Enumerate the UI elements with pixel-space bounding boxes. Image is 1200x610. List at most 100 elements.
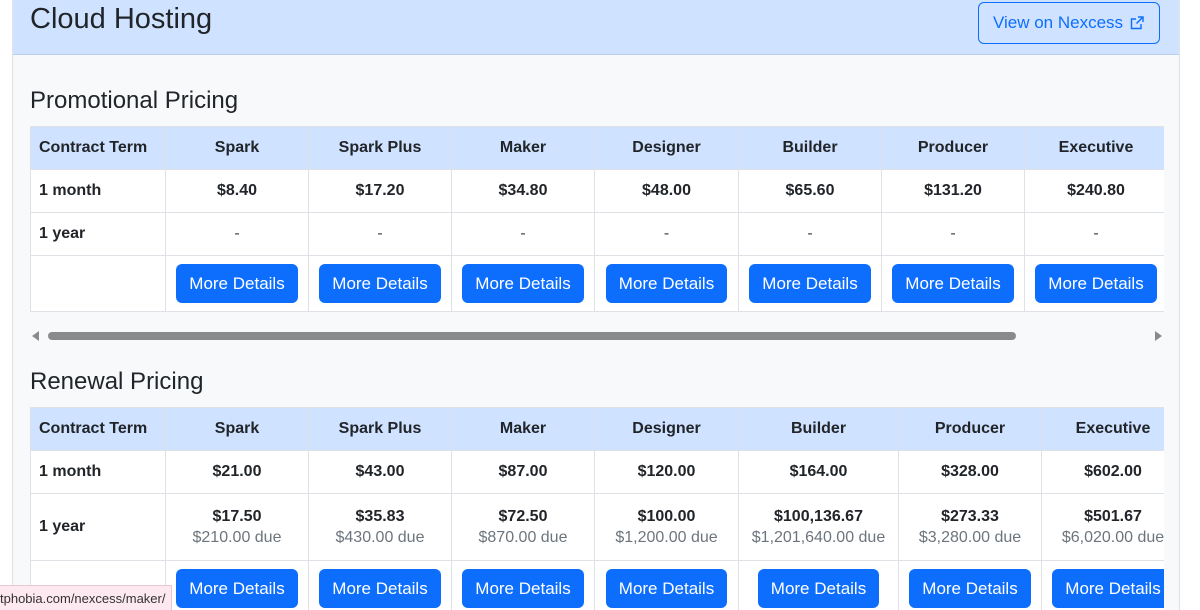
price-cell: $43.00	[308, 450, 452, 494]
details-cell: More Details	[1041, 560, 1164, 610]
card-header: Cloud Hosting View on Nexcess	[13, 0, 1179, 55]
plan-header-producer: Producer	[898, 407, 1042, 451]
term-label: 1 month	[30, 450, 166, 494]
price-cell: -	[594, 212, 739, 256]
price-cell: $34.80	[451, 169, 595, 213]
price-value: $602.00	[1084, 463, 1142, 480]
more-details-button-maker[interactable]: More Details	[462, 569, 584, 608]
price-value: $240.80	[1067, 182, 1125, 199]
price-cell: $21.00	[165, 450, 309, 494]
price-value: $100,136.67	[774, 507, 863, 525]
price-cell: $240.80	[1024, 169, 1164, 213]
details-cell: More Details	[881, 255, 1025, 312]
header-row: Contract Term Spark Spark Plus Maker Designe…	[30, 126, 1164, 170]
more-details-button-designer[interactable]: More Details	[605, 569, 728, 608]
plan-header-designer: Designer	[594, 126, 739, 170]
more-details-button-spark-plus[interactable]: More Details	[319, 264, 441, 303]
promotional-horizontal-scrollbar[interactable]	[30, 327, 1164, 345]
price-value: -	[234, 225, 240, 242]
details-cell: More Details	[738, 560, 899, 610]
plan-header-builder: Builder	[738, 407, 899, 451]
plan-header-executive: Executive	[1041, 407, 1164, 451]
price-value: $501.67	[1084, 507, 1142, 525]
more-details-button-executive[interactable]: More Details	[1035, 264, 1157, 303]
price-cell: -	[1024, 212, 1164, 256]
due-amount: $3,280.00 due	[918, 528, 1022, 546]
price-cell: -	[308, 212, 452, 256]
due-amount: $870.00 due	[478, 528, 568, 546]
details-cell: More Details	[594, 255, 739, 312]
card-title: Cloud Hosting	[30, 3, 213, 35]
plan-header-builder: Builder	[738, 126, 882, 170]
price-cell: $100,136.67 $1,201,640.00 due	[738, 493, 899, 561]
price-cell: $328.00	[898, 450, 1042, 494]
price-value: $100.00	[637, 507, 696, 525]
price-value: $87.00	[498, 463, 548, 480]
price-cell: $87.00	[451, 450, 595, 494]
more-details-button-executive[interactable]: More Details	[1052, 569, 1164, 608]
due-amount: $6,020.00 due	[1061, 528, 1164, 546]
price-value: $65.60	[785, 182, 835, 199]
scrollbar-thumb[interactable]	[48, 332, 1016, 340]
external-link-icon	[1130, 16, 1144, 30]
details-cell: More Details	[308, 560, 452, 610]
price-cell: $17.50 $210.00 due	[165, 493, 309, 561]
promotional-table-scroll[interactable]: Contract Term Spark Spark Plus Maker Designe…	[30, 126, 1164, 312]
more-details-button-maker[interactable]: More Details	[462, 264, 584, 303]
status-url: tphobia.com/nexcess/maker/	[0, 590, 166, 606]
details-cell: More Details	[1024, 255, 1164, 312]
price-value: $8.40	[216, 182, 258, 199]
price-cell: $602.00	[1041, 450, 1164, 494]
price-cell: $8.40	[165, 169, 309, 213]
scroll-right-arrow-icon[interactable]	[1155, 331, 1162, 341]
details-cell: More Details	[738, 255, 882, 312]
term-label: 1 month	[30, 169, 166, 213]
price-value: $273.33	[941, 507, 999, 525]
table-row: 1 year $17.50 $210.00 due $35.83 $430.00 due…	[30, 493, 1164, 561]
more-details-button-builder[interactable]: More Details	[749, 264, 871, 303]
price-cell: $100.00 $1,200.00 due	[594, 493, 739, 561]
more-details-button-spark[interactable]: More Details	[176, 264, 298, 303]
price-value: $17.50	[212, 507, 262, 525]
price-value: $17.20	[355, 182, 405, 199]
page: Cloud Hosting View on Nexcess Promotiona…	[0, 0, 1200, 610]
empty-cell	[30, 255, 166, 312]
price-value: $34.80	[498, 182, 548, 199]
term-label: 1 year	[30, 212, 166, 256]
more-details-button-producer[interactable]: More Details	[892, 264, 1014, 303]
price-value: $120.00	[637, 463, 696, 480]
scroll-left-arrow-icon[interactable]	[32, 331, 39, 341]
price-cell: $72.50 $870.00 due	[451, 493, 595, 561]
more-details-button-spark-plus[interactable]: More Details	[319, 569, 441, 608]
price-cell: -	[738, 212, 882, 256]
plan-header-maker: Maker	[451, 407, 595, 451]
price-value: $21.00	[212, 463, 262, 480]
price-value: $35.83	[355, 507, 405, 525]
more-details-button-designer[interactable]: More Details	[605, 264, 728, 303]
price-value: -	[807, 225, 813, 242]
view-on-nexcess-label: View on Nexcess	[992, 13, 1124, 32]
details-cell: More Details	[898, 560, 1042, 610]
header-row: Contract Term Spark Spark Plus Maker Designe…	[30, 407, 1164, 451]
term-label: 1 year	[30, 493, 166, 561]
price-cell: -	[165, 212, 309, 256]
view-on-nexcess-button[interactable]: View on Nexcess	[978, 2, 1160, 44]
renewal-table-scroll[interactable]: Contract Term Spark Spark Plus Maker Designe…	[30, 407, 1164, 610]
price-cell: -	[881, 212, 1025, 256]
price-cell: $48.00	[594, 169, 739, 213]
more-details-button-producer[interactable]: More Details	[909, 569, 1031, 608]
more-details-button-builder[interactable]: More Details	[757, 569, 880, 608]
contract-term-header: Contract Term	[30, 407, 166, 451]
price-value: $72.50	[498, 507, 548, 525]
due-amount: $210.00 due	[192, 528, 282, 546]
plan-header-spark: Spark	[165, 407, 309, 451]
price-value: -	[520, 225, 526, 242]
details-row: More Details More Details More Details More…	[30, 560, 1164, 610]
details-cell: More Details	[165, 560, 309, 610]
cloud-hosting-card: Cloud Hosting View on Nexcess Promotiona…	[12, 0, 1180, 610]
more-details-button-spark[interactable]: More Details	[176, 569, 298, 608]
price-value: $328.00	[941, 463, 999, 480]
price-cell: $120.00	[594, 450, 739, 494]
details-cell: More Details	[308, 255, 452, 312]
price-cell: $501.67 $6,020.00 due	[1041, 493, 1164, 561]
